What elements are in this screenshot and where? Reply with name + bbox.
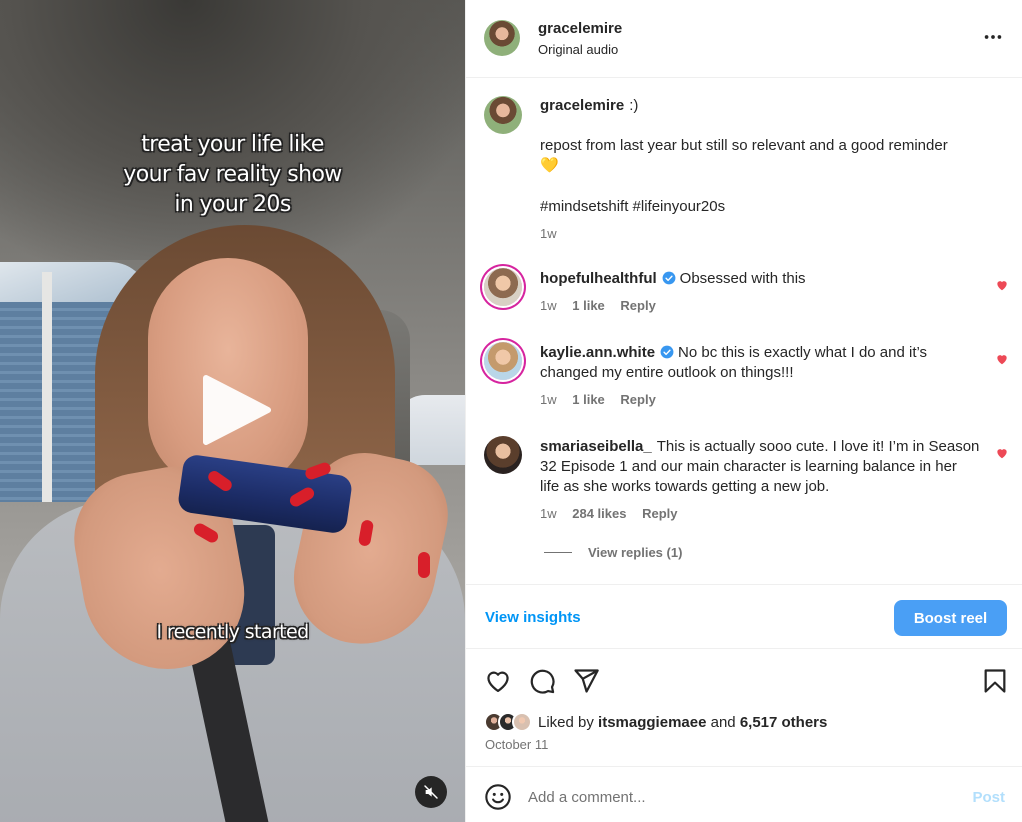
comment-body: Obsessed with this: [679, 270, 806, 287]
reel-video[interactable]: treat your life like your fav reality sh…: [0, 0, 465, 822]
avatar[interactable]: [484, 20, 520, 56]
header-username[interactable]: gracelemire: [538, 20, 622, 37]
action-bar: Liked by itsmaggiemaee and 6,517 others …: [466, 648, 1022, 766]
caption-time: 1w: [540, 226, 557, 241]
comment-likes[interactable]: 1 like: [572, 298, 605, 313]
heart-icon[interactable]: [995, 278, 1009, 292]
heart-icon[interactable]: [995, 446, 1009, 460]
comment-username[interactable]: smariaseibella_: [540, 438, 652, 455]
caption-meta: 1w: [540, 226, 569, 241]
caption-body: repost from last year but still so relev…: [540, 137, 948, 154]
person-face: [148, 258, 308, 488]
comments-list[interactable]: gracelemire:) repost from last year but …: [466, 79, 1022, 584]
liked-by-and: and: [710, 713, 736, 731]
comment-likes[interactable]: 284 likes: [572, 506, 626, 521]
volume-muted-icon[interactable]: [415, 776, 447, 808]
reply-button[interactable]: Reply: [642, 506, 677, 521]
comment-likes[interactable]: 1 like: [572, 392, 605, 407]
view-replies-button[interactable]: View replies (1): [544, 545, 682, 560]
comment-meta: 1w 1 like Reply: [540, 392, 668, 407]
liked-by-user[interactable]: itsmaggiemaee: [598, 714, 706, 731]
post-date[interactable]: October 11: [485, 737, 548, 752]
comment-meta: 1w 1 like Reply: [540, 298, 668, 313]
caption-username[interactable]: gracelemire: [540, 97, 624, 114]
comment-time: 1w: [540, 298, 557, 313]
boost-reel-button[interactable]: Boost reel: [894, 600, 1007, 636]
avatar[interactable]: [484, 268, 522, 306]
comment-username[interactable]: kaylie.ann.white: [540, 344, 655, 361]
verified-badge-icon: [662, 271, 676, 285]
avatar[interactable]: [484, 342, 522, 380]
reply-button[interactable]: Reply: [620, 298, 655, 313]
utility-pole: [42, 272, 52, 502]
caption-body-block: repost from last year but still so relev…: [540, 136, 980, 176]
comment-meta: 1w 284 likes Reply: [540, 506, 690, 521]
heart-icon[interactable]: [484, 667, 512, 695]
view-replies-line: [544, 552, 572, 553]
heart-icon[interactable]: [995, 352, 1009, 366]
comment-username[interactable]: hopefulhealthful: [540, 270, 657, 287]
video-caption-bottom: I recently started: [156, 621, 309, 643]
comment-text: kaylie.ann.white No bc this is exactly wh…: [540, 343, 980, 383]
avatar: [512, 712, 532, 732]
more-horizontal-icon[interactable]: [982, 26, 1004, 48]
liked-by-prefix: Liked by: [538, 713, 594, 731]
comment-time: 1w: [540, 506, 557, 521]
comment-input[interactable]: [528, 783, 948, 811]
liked-by-others[interactable]: 6,517 others: [740, 714, 828, 731]
caption-header: gracelemire:): [540, 96, 980, 116]
reply-button[interactable]: Reply: [620, 392, 655, 407]
caption-hashtags[interactable]: #mindsetshift #lifeinyour20s: [540, 197, 980, 217]
post-panel: gracelemire Original audio gracelemire:)…: [465, 0, 1022, 822]
bookmark-icon[interactable]: [981, 667, 1009, 695]
avatar[interactable]: [484, 436, 522, 474]
emoji-icon[interactable]: [484, 783, 512, 811]
comment-text: smariaseibella_ This is actually sooo cut…: [540, 437, 980, 497]
view-insights-link[interactable]: View insights: [485, 609, 581, 626]
comment-icon[interactable]: [528, 667, 556, 695]
video-caption-top: treat your life like your fav reality sh…: [123, 132, 342, 217]
caption-text: :): [629, 97, 639, 114]
yellow-heart-emoji: 💛: [540, 157, 559, 174]
comment-text: hopefulhealthful Obsessed with this: [540, 269, 980, 289]
add-comment-bar: Post: [466, 766, 1022, 822]
nail: [418, 552, 430, 578]
post-header: gracelemire Original audio: [466, 0, 1022, 78]
avatar[interactable]: [484, 96, 522, 134]
post-button[interactable]: Post: [972, 789, 1005, 806]
share-icon[interactable]: [572, 667, 600, 695]
insights-bar: View insights Boost reel: [466, 584, 1022, 648]
comment-time: 1w: [540, 392, 557, 407]
audio-label[interactable]: Original audio: [538, 42, 618, 57]
likes-summary: Liked by itsmaggiemaee and 6,517 others: [484, 711, 827, 733]
view-replies-label: View replies (1): [588, 545, 683, 560]
verified-badge-icon: [660, 345, 674, 359]
play-icon[interactable]: [200, 374, 272, 446]
